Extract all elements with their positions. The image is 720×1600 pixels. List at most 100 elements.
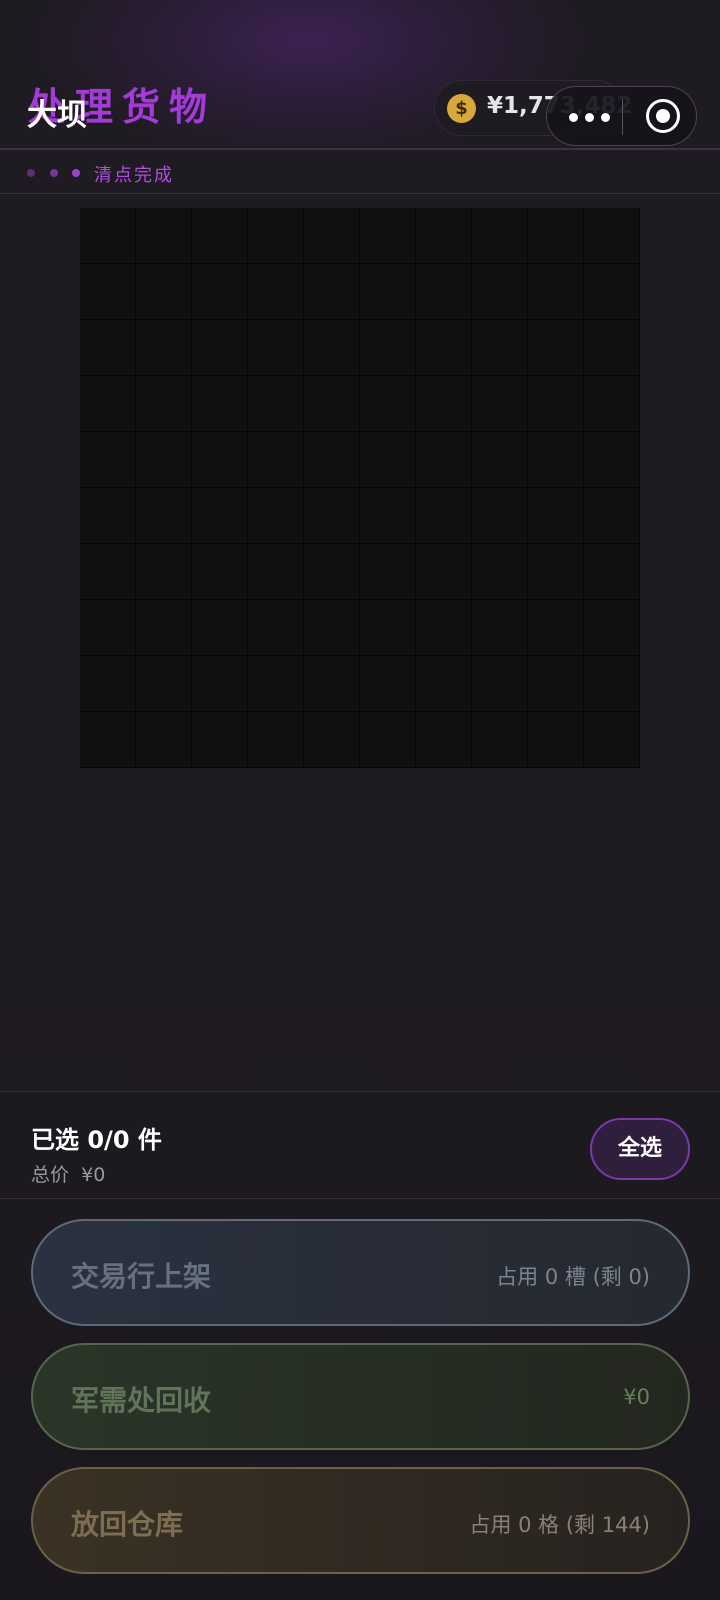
grid-cell[interactable]: [80, 432, 136, 488]
grid-cell[interactable]: [360, 656, 416, 712]
grid-cell[interactable]: [584, 208, 640, 264]
grid-cell[interactable]: [248, 376, 304, 432]
grid-cell[interactable]: [528, 208, 584, 264]
grid-cell[interactable]: [416, 600, 472, 656]
grid-cell[interactable]: [528, 600, 584, 656]
grid-cell[interactable]: [360, 208, 416, 264]
grid-cell[interactable]: [528, 432, 584, 488]
grid-cell[interactable]: [304, 488, 360, 544]
grid-cell[interactable]: [584, 656, 640, 712]
grid-cell[interactable]: [472, 320, 528, 376]
grid-cell[interactable]: [416, 488, 472, 544]
grid-cell[interactable]: [528, 488, 584, 544]
grid-cell[interactable]: [528, 712, 584, 768]
market-list-button[interactable]: 交易行上架 占用 0 槽 (剩 0): [31, 1219, 690, 1326]
grid-cell[interactable]: [304, 208, 360, 264]
grid-cell[interactable]: [360, 376, 416, 432]
grid-cell[interactable]: [192, 544, 248, 600]
grid-cell[interactable]: [248, 264, 304, 320]
grid-cell[interactable]: [584, 600, 640, 656]
grid-cell[interactable]: [304, 544, 360, 600]
select-all-button[interactable]: 全选: [590, 1118, 690, 1180]
grid-cell[interactable]: [416, 264, 472, 320]
grid-cell[interactable]: [80, 600, 136, 656]
grid-cell[interactable]: [472, 208, 528, 264]
close-target-icon[interactable]: [646, 99, 680, 133]
grid-cell[interactable]: [584, 544, 640, 600]
grid-cell[interactable]: [528, 320, 584, 376]
grid-cell[interactable]: [136, 488, 192, 544]
grid-cell[interactable]: [584, 712, 640, 768]
grid-cell[interactable]: [360, 600, 416, 656]
grid-cell[interactable]: [248, 712, 304, 768]
grid-cell[interactable]: [360, 264, 416, 320]
grid-cell[interactable]: [472, 432, 528, 488]
grid-cell[interactable]: [80, 656, 136, 712]
grid-cell[interactable]: [80, 544, 136, 600]
grid-cell[interactable]: [192, 656, 248, 712]
grid-cell[interactable]: [360, 320, 416, 376]
grid-cell[interactable]: [416, 544, 472, 600]
grid-cell[interactable]: [528, 544, 584, 600]
grid-cell[interactable]: [136, 264, 192, 320]
more-icon[interactable]: [569, 113, 613, 123]
grid-cell[interactable]: [360, 432, 416, 488]
grid-cell[interactable]: [416, 432, 472, 488]
grid-cell[interactable]: [416, 320, 472, 376]
grid-cell[interactable]: [248, 320, 304, 376]
grid-cell[interactable]: [360, 544, 416, 600]
grid-cell[interactable]: [584, 432, 640, 488]
grid-cell[interactable]: [80, 208, 136, 264]
grid-cell[interactable]: [304, 320, 360, 376]
grid-cell[interactable]: [360, 488, 416, 544]
grid-cell[interactable]: [472, 544, 528, 600]
grid-cell[interactable]: [416, 208, 472, 264]
grid-cell[interactable]: [192, 320, 248, 376]
grid-cell[interactable]: [584, 376, 640, 432]
grid-cell[interactable]: [472, 488, 528, 544]
grid-cell[interactable]: [192, 432, 248, 488]
grid-cell[interactable]: [360, 712, 416, 768]
grid-cell[interactable]: [136, 320, 192, 376]
grid-cell[interactable]: [304, 656, 360, 712]
grid-cell[interactable]: [304, 712, 360, 768]
grid-cell[interactable]: [136, 600, 192, 656]
recycle-button[interactable]: 军需处回收 ¥0: [31, 1343, 690, 1450]
grid-cell[interactable]: [584, 320, 640, 376]
grid-cell[interactable]: [472, 376, 528, 432]
grid-cell[interactable]: [248, 656, 304, 712]
grid-cell[interactable]: [304, 376, 360, 432]
grid-cell[interactable]: [136, 208, 192, 264]
grid-cell[interactable]: [248, 544, 304, 600]
grid-cell[interactable]: [528, 264, 584, 320]
grid-cell[interactable]: [304, 264, 360, 320]
grid-cell[interactable]: [80, 320, 136, 376]
grid-cell[interactable]: [472, 712, 528, 768]
grid-cell[interactable]: [584, 264, 640, 320]
grid-cell[interactable]: [136, 432, 192, 488]
grid-cell[interactable]: [248, 208, 304, 264]
grid-cell[interactable]: [192, 712, 248, 768]
grid-cell[interactable]: [304, 600, 360, 656]
grid-cell[interactable]: [416, 376, 472, 432]
grid-cell[interactable]: [136, 656, 192, 712]
grid-cell[interactable]: [528, 376, 584, 432]
grid-cell[interactable]: [136, 376, 192, 432]
grid-cell[interactable]: [136, 712, 192, 768]
grid-cell[interactable]: [248, 488, 304, 544]
grid-cell[interactable]: [472, 656, 528, 712]
grid-cell[interactable]: [192, 264, 248, 320]
return-to-warehouse-button[interactable]: 放回仓库 占用 0 格 (剩 144): [31, 1467, 690, 1574]
grid-cell[interactable]: [416, 712, 472, 768]
grid-cell[interactable]: [192, 208, 248, 264]
inventory-grid[interactable]: [80, 208, 640, 768]
grid-cell[interactable]: [80, 712, 136, 768]
grid-cell[interactable]: [80, 264, 136, 320]
grid-cell[interactable]: [304, 432, 360, 488]
grid-cell[interactable]: [248, 432, 304, 488]
grid-cell[interactable]: [80, 488, 136, 544]
grid-cell[interactable]: [136, 544, 192, 600]
grid-cell[interactable]: [248, 600, 304, 656]
grid-cell[interactable]: [80, 376, 136, 432]
grid-cell[interactable]: [528, 656, 584, 712]
